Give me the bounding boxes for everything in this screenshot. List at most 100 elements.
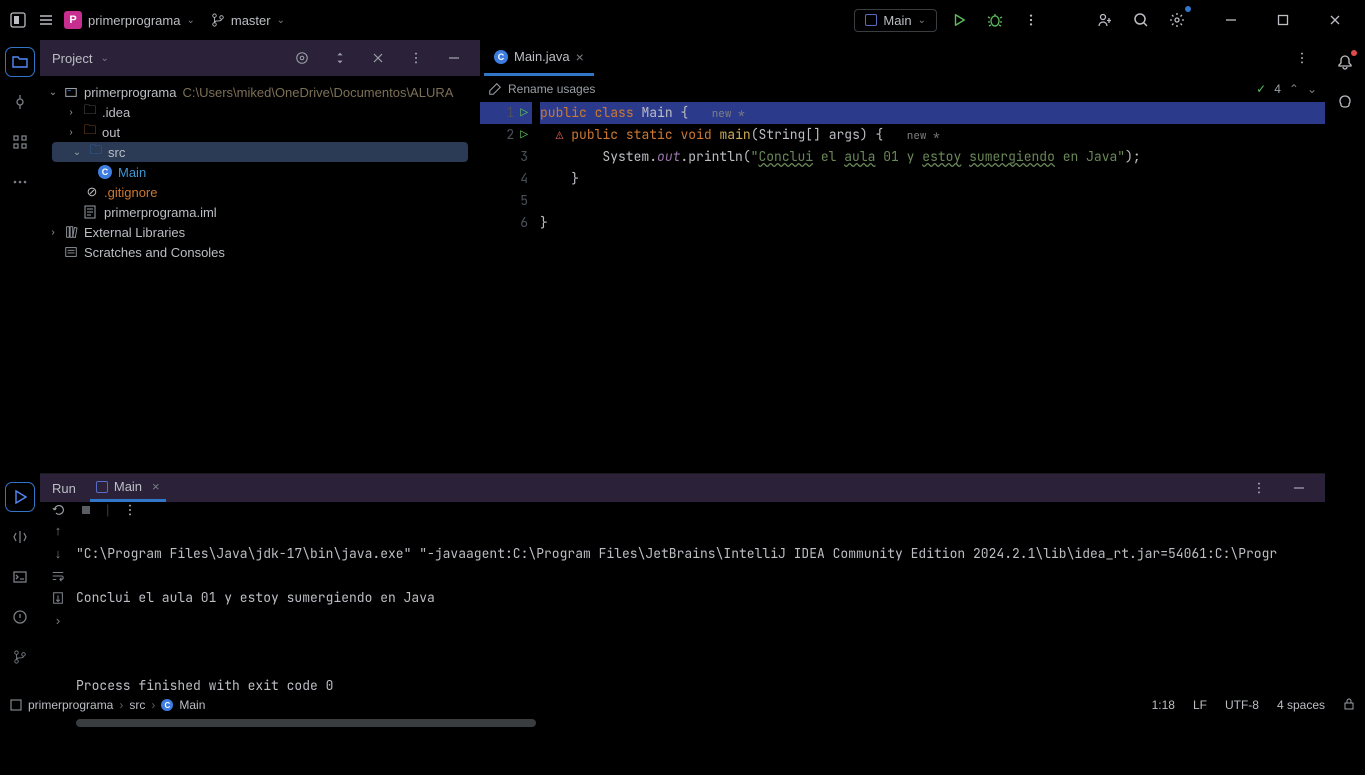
- tree-main-class[interactable]: C Main: [40, 162, 480, 182]
- bulb-icon[interactable]: ⚠: [556, 126, 564, 143]
- structure-tool-button[interactable]: [6, 128, 34, 156]
- collapse-all-button[interactable]: [364, 44, 392, 72]
- tree-external-libs[interactable]: › External Libraries: [40, 222, 480, 242]
- hide-run-button[interactable]: [1285, 474, 1313, 502]
- right-tool-rail: [1325, 40, 1365, 691]
- search-button[interactable]: [1127, 6, 1155, 34]
- external-libs-label: External Libraries: [84, 225, 185, 240]
- project-tree[interactable]: ⌄ primerprograma C:\Users\miked\OneDrive…: [40, 76, 480, 268]
- tree-src-folder[interactable]: ⌄ 🗀 src: [52, 142, 468, 162]
- settings-button[interactable]: [1163, 6, 1191, 34]
- scroll-end-button[interactable]: [51, 591, 65, 605]
- crumb-item: src: [129, 698, 145, 712]
- tree-scratches[interactable]: Scratches and Consoles: [40, 242, 480, 262]
- next-problem-button[interactable]: ⌄: [1307, 82, 1317, 96]
- code-with-me-button[interactable]: [1091, 6, 1119, 34]
- stop-button[interactable]: [80, 504, 92, 516]
- project-tool-header: Project ⌄: [40, 40, 480, 76]
- run-tab[interactable]: Main ×: [90, 474, 166, 502]
- run-side-toolbar: ↑ ↓ ›: [40, 517, 76, 775]
- commit-tool-button[interactable]: [6, 88, 34, 116]
- run-tool-window: Run Main × | ↑ ↓ › "C:\Program Files\Jav…: [40, 473, 1325, 691]
- gutter-run-icon[interactable]: ▷: [520, 102, 528, 124]
- file-label: primerprograma.iml: [104, 205, 217, 220]
- editor-tab-main[interactable]: C Main.java ×: [484, 40, 594, 76]
- project-tool-title[interactable]: Project: [52, 51, 92, 66]
- maximize-button[interactable]: [1261, 5, 1305, 35]
- rename-label: Rename usages: [508, 82, 595, 96]
- class-icon: C: [98, 165, 112, 179]
- terminal-tool-button[interactable]: [6, 563, 34, 591]
- vcs-branch[interactable]: master ⌄: [211, 13, 285, 28]
- ai-assistant-button[interactable]: [1331, 88, 1359, 116]
- run-tool-header: Run Main ×: [40, 474, 1325, 502]
- select-opened-file-button[interactable]: [288, 44, 316, 72]
- debug-button[interactable]: [981, 6, 1009, 34]
- expand-all-button[interactable]: [326, 44, 354, 72]
- hide-tool-button[interactable]: [440, 44, 468, 72]
- hamburger-icon[interactable]: [36, 10, 56, 30]
- rename-icon: [488, 82, 502, 96]
- folder-label: out: [102, 125, 120, 140]
- cursor-position[interactable]: 1:18: [1152, 698, 1175, 712]
- prev-problem-button[interactable]: ⌃: [1289, 82, 1299, 96]
- console-scrollbar[interactable]: [76, 719, 536, 727]
- file-label: .gitignore: [104, 185, 157, 200]
- minimize-button[interactable]: [1209, 5, 1253, 35]
- branch-icon: [211, 13, 225, 27]
- project-selector[interactable]: P primerprograma ⌄: [64, 11, 195, 29]
- console-line: Conclui el aula 01 y estoy sumergiendo e…: [76, 587, 1325, 609]
- class-icon: C: [161, 699, 173, 711]
- problems-count[interactable]: 4: [1274, 82, 1281, 96]
- tree-out-folder[interactable]: › 🗀 out: [40, 122, 480, 142]
- indent[interactable]: 4 spaces: [1277, 698, 1325, 712]
- run-button[interactable]: [945, 6, 973, 34]
- run-tool-button[interactable]: [6, 483, 34, 511]
- tree-iml-file[interactable]: primerprograma.iml: [40, 202, 480, 222]
- project-tool-button[interactable]: [6, 48, 34, 76]
- encoding[interactable]: UTF-8: [1225, 698, 1259, 712]
- statusbar: primerprograma › src › C Main 1:18 LF UT…: [0, 691, 1365, 719]
- more-tools-button[interactable]: [6, 168, 34, 196]
- titlebar: P primerprograma ⌄ master ⌄ Main ⌄: [0, 0, 1365, 40]
- crumb-item: primerprograma: [28, 698, 113, 712]
- readonly-toggle[interactable]: [1343, 698, 1355, 712]
- vcs-tool-button[interactable]: [6, 643, 34, 671]
- chevron-down-icon: ⌄: [277, 15, 285, 26]
- close-button[interactable]: [1313, 5, 1357, 35]
- console-output[interactable]: "C:\Program Files\Java\jdk-17\bin\java.e…: [76, 517, 1325, 775]
- module-icon: [10, 699, 22, 711]
- problems-tool-button[interactable]: [6, 603, 34, 631]
- run-config-label: Main: [883, 13, 911, 28]
- close-tab-button[interactable]: ×: [576, 49, 584, 65]
- gutter-run-icon[interactable]: ▷: [520, 124, 528, 146]
- expand-button[interactable]: ›: [56, 613, 60, 628]
- run-toolbar: |: [40, 502, 1325, 517]
- down-button[interactable]: ↓: [55, 546, 62, 561]
- run-config-selector[interactable]: Main ⌄: [854, 9, 937, 32]
- crumb-item: Main: [179, 698, 205, 712]
- run-config-icon: [865, 14, 877, 26]
- more-actions-button[interactable]: [1017, 6, 1045, 34]
- python-tool-button[interactable]: [6, 523, 34, 551]
- tree-idea-folder[interactable]: › 🗀 .idea: [40, 102, 480, 122]
- chevron-down-icon: ⌄: [186, 15, 194, 26]
- tree-gitignore[interactable]: ⊘ .gitignore: [40, 182, 480, 202]
- tool-more-button[interactable]: [402, 44, 430, 72]
- close-tab-button[interactable]: ×: [152, 479, 160, 494]
- chevron-down-icon[interactable]: ⌄: [100, 53, 108, 64]
- class-icon: C: [494, 50, 508, 64]
- problems-check-icon[interactable]: ✓: [1256, 82, 1266, 96]
- tree-root[interactable]: ⌄ primerprograma C:\Users\miked\OneDrive…: [40, 82, 480, 102]
- up-button[interactable]: ↑: [55, 523, 62, 538]
- editor-more-button[interactable]: [1283, 51, 1321, 65]
- app-icon[interactable]: [8, 10, 28, 30]
- rerun-button[interactable]: [52, 503, 66, 517]
- breadcrumb[interactable]: primerprograma › src › C Main: [10, 698, 205, 712]
- line-separator[interactable]: LF: [1193, 698, 1207, 712]
- console-line: [76, 631, 1325, 653]
- wrap-button[interactable]: [51, 569, 65, 583]
- run-more-button[interactable]: [1245, 474, 1273, 502]
- notifications-button[interactable]: [1331, 48, 1359, 76]
- run-toolbar-more[interactable]: [123, 503, 137, 517]
